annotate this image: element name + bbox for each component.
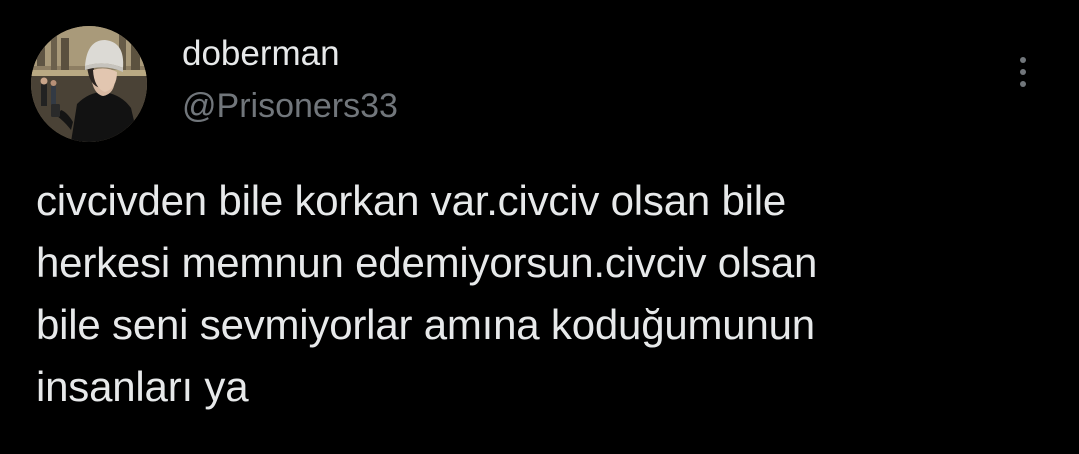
tweet-card: doberman @Prisoners33 civcivden bile kor…: [0, 0, 1079, 454]
profile-photo-icon: [31, 26, 147, 142]
dot: [1020, 57, 1026, 63]
author-handle[interactable]: @Prisoners33: [182, 86, 398, 126]
dot: [1020, 69, 1026, 75]
author-avatar[interactable]: [31, 26, 147, 142]
author-display-name[interactable]: doberman: [182, 34, 340, 74]
more-options-icon[interactable]: [1008, 50, 1038, 94]
tweet-text: civcivden bile korkan var.civciv olsan b…: [36, 177, 818, 410]
dot: [1020, 81, 1026, 87]
